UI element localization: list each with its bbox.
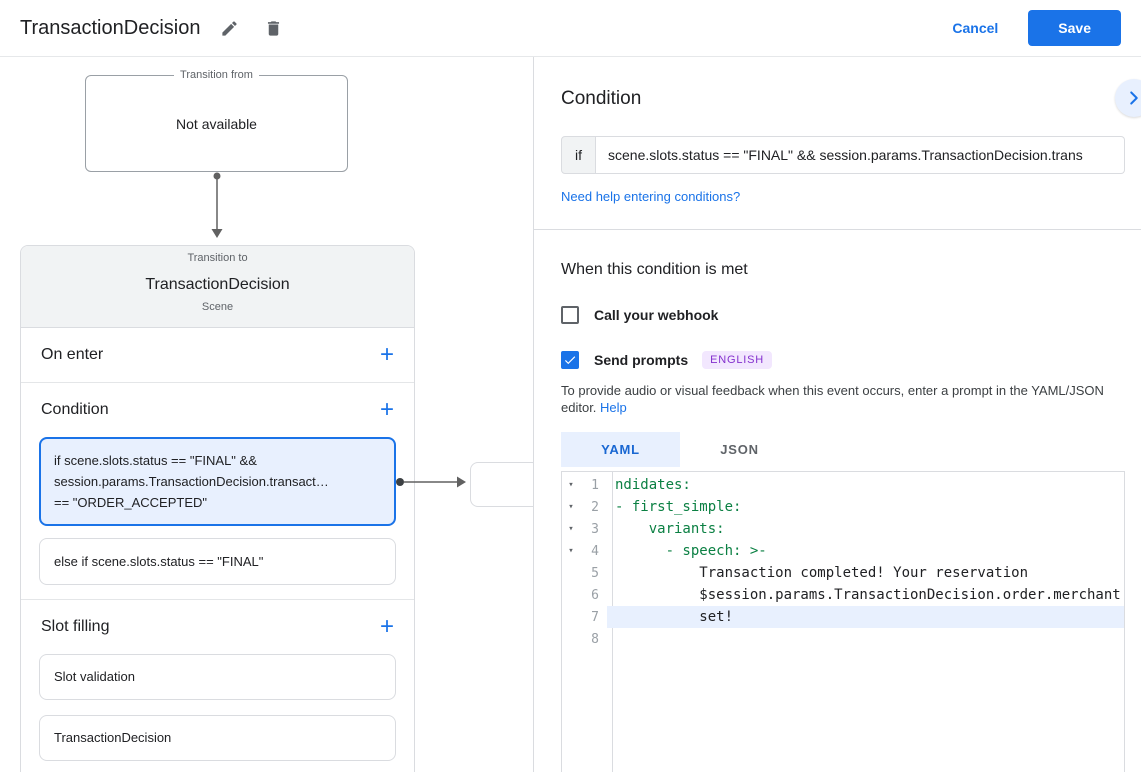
condition-card-list: if scene.slots.status == "FINAL" && sessi…	[21, 437, 414, 585]
slot-card[interactable]: Slot validation	[39, 654, 396, 700]
main-split: Transition from Not available Transition…	[0, 57, 1141, 772]
editor-line[interactable]: 8	[562, 628, 1124, 650]
condition-section-header: Condition +	[21, 383, 414, 437]
pencil-icon	[222, 20, 237, 36]
help-link[interactable]: Help	[600, 400, 627, 415]
code-text: - first_simple:	[615, 499, 742, 515]
transition-from-legend: Transition from	[86, 69, 347, 81]
scene-card: Transition to TransactionDecision Scene …	[20, 245, 415, 772]
webhook-label: Call your webhook	[594, 307, 719, 323]
when-met-title: When this condition is met	[561, 261, 748, 278]
prompt-hint: To provide audio or visual feedback when…	[561, 382, 1121, 416]
trash-icon	[267, 20, 279, 36]
webhook-row: Call your webhook	[561, 306, 1125, 324]
condition-help-link[interactable]: Need help entering conditions?	[561, 189, 740, 204]
fold-arrow-icon[interactable]: ▾	[562, 546, 580, 556]
code-text: variants:	[615, 521, 725, 537]
editor-line[interactable]: ▾ 1 ndidates:	[562, 474, 1124, 496]
line-number: 5	[591, 565, 599, 581]
slot-filling-label: Slot filling	[41, 618, 110, 635]
on-enter-label: On enter	[41, 346, 104, 363]
add-slot-button[interactable]: +	[380, 615, 394, 639]
condition-editor-block: Condition if Need help entering conditio…	[534, 57, 1141, 229]
send-prompts-row: Send prompts ENGLISH	[561, 351, 1125, 369]
editor-tabs: YAML JSON	[561, 432, 1125, 467]
chevron-right-icon	[1130, 91, 1138, 105]
save-button[interactable]: Save	[1028, 10, 1121, 46]
slot-card[interactable]: TransactionDecision	[39, 715, 396, 761]
editor-line[interactable]: 5 Transaction completed! Your reservatio…	[562, 562, 1124, 584]
line-number: 6	[591, 587, 599, 603]
tab-yaml[interactable]: YAML	[561, 432, 680, 467]
prompt-hint-text: To provide audio or visual feedback when…	[561, 383, 1104, 415]
line-number: 8	[591, 631, 599, 647]
editor-line[interactable]: ▾ 4 - speech: >-	[562, 540, 1124, 562]
line-number: 4	[591, 543, 599, 559]
add-on-enter-button[interactable]: +	[380, 343, 394, 367]
line-number: 3	[591, 521, 599, 537]
scene-card-header: Transition to TransactionDecision Scene	[21, 246, 414, 328]
condition-section-label: Condition	[41, 401, 109, 418]
scene-name: TransactionDecision	[145, 276, 290, 293]
line-number: 2	[591, 499, 599, 515]
code-text: $session.params.TransactionDecision.orde…	[615, 587, 1121, 603]
condition-met-block: When this condition is met Call your web…	[534, 261, 1141, 772]
language-badge: ENGLISH	[702, 351, 773, 369]
condition-card[interactable]: if scene.slots.status == "FINAL" && sessi…	[39, 437, 396, 526]
check-icon	[564, 356, 576, 365]
transition-from-box: Transition from Not available	[85, 69, 348, 172]
webhook-checkbox[interactable]	[561, 306, 579, 324]
transition-to-legend: Transition to	[187, 252, 248, 264]
line-number: 7	[591, 609, 599, 625]
editor-line[interactable]: ▾ 2 - first_simple:	[562, 496, 1124, 518]
scene-type-label: Scene	[201, 301, 234, 313]
slot-filling-section: Slot filling + Slot validation Transactio…	[21, 600, 414, 772]
condition-input[interactable]	[596, 136, 1125, 174]
transition-target-box	[470, 462, 533, 507]
on-enter-row[interactable]: On enter +	[21, 328, 414, 383]
yaml-editor[interactable]: ▾ 1 ndidates: ▾ 2 - first_simple: ▾ 3 variants:…	[561, 471, 1125, 772]
code-text: - speech: >-	[615, 543, 767, 559]
code-text: ndidates:	[615, 477, 691, 493]
editor-line[interactable]: 6 $session.params.TransactionDecision.or…	[562, 584, 1124, 606]
editor-line[interactable]: ▾ 3 variants:	[562, 518, 1124, 540]
slot-card-list: Slot validation TransactionDecision	[21, 654, 414, 761]
edit-title-button[interactable]	[214, 13, 244, 43]
editor-line[interactable]: 7 set!	[562, 606, 1124, 628]
add-condition-button[interactable]: +	[380, 398, 394, 422]
condition-card[interactable]: else if scene.slots.status == "FINAL"	[39, 538, 396, 585]
tab-json[interactable]: JSON	[680, 432, 799, 467]
send-prompts-checkbox[interactable]	[561, 351, 579, 369]
header: TransactionDecision Cancel Save	[0, 0, 1141, 57]
delete-scene-button[interactable]	[258, 13, 288, 43]
page-title: TransactionDecision	[20, 16, 201, 39]
slot-filling-section-header: Slot filling +	[21, 600, 414, 654]
code-text: set!	[607, 606, 1124, 628]
fold-arrow-icon[interactable]: ▾	[562, 524, 580, 534]
condition-input-row: if	[561, 136, 1125, 174]
cancel-button[interactable]: Cancel	[952, 20, 998, 36]
scene-canvas: Transition from Not available Transition…	[0, 57, 533, 772]
send-prompts-label: Send prompts	[594, 352, 689, 368]
transition-from-value: Not available	[176, 115, 257, 132]
detail-panel: Condition if Need help entering conditio…	[533, 57, 1141, 772]
panel-divider	[534, 229, 1141, 230]
if-label: if	[561, 136, 596, 174]
panel-title: Condition	[561, 88, 642, 109]
line-number: 1	[591, 477, 599, 493]
editor-lines: ▾ 1 ndidates: ▾ 2 - first_simple: ▾ 3 variants:…	[562, 472, 1124, 650]
code-text: Transaction completed! Your reservation	[615, 565, 1029, 581]
fold-arrow-icon[interactable]: ▾	[562, 480, 580, 490]
condition-section: Condition + if scene.slots.status == "FI…	[21, 383, 414, 600]
fold-arrow-icon[interactable]: ▾	[562, 502, 580, 512]
